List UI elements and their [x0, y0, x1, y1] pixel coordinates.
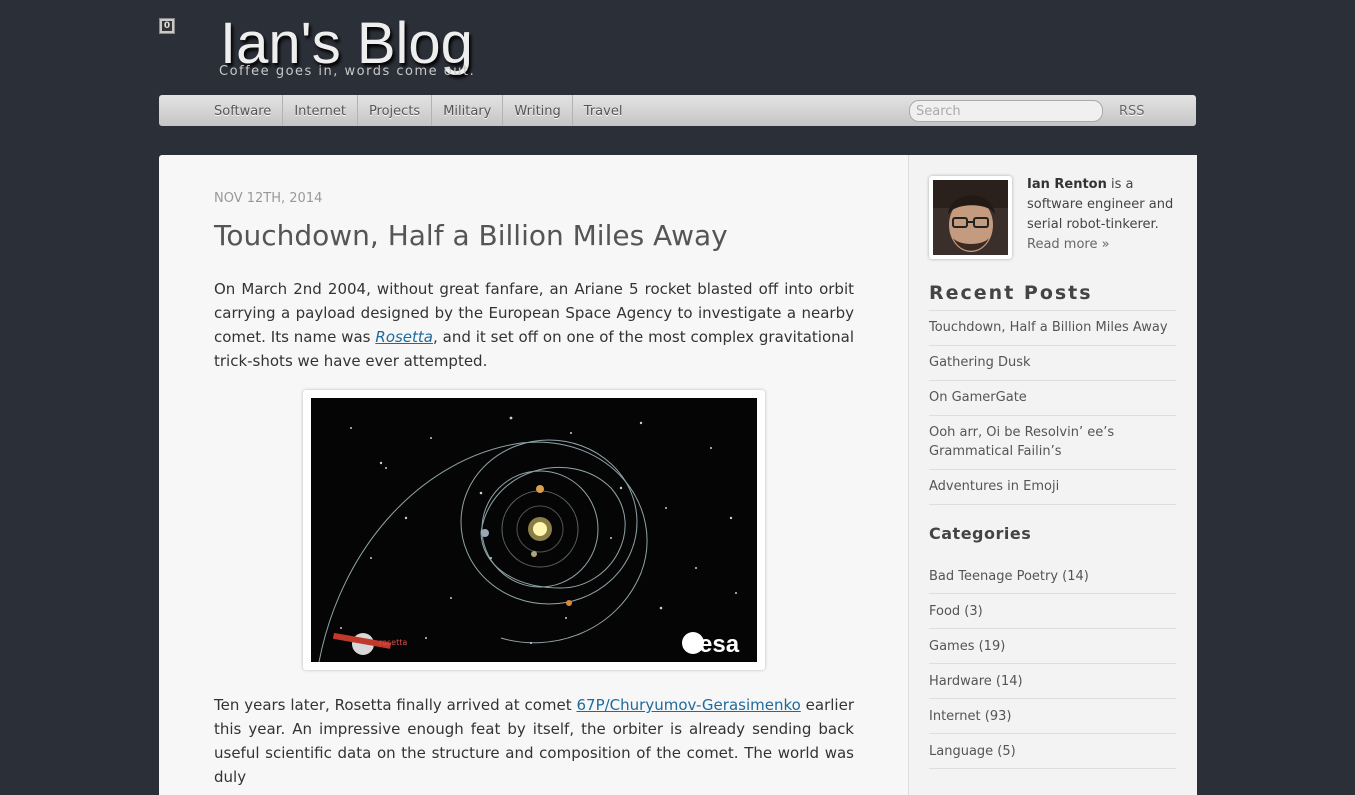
- post-date: Nov 12th, 2014: [214, 191, 323, 206]
- rosetta-trajectory-image: rosetta esa: [311, 398, 757, 662]
- spacecraft-label: rosetta: [379, 638, 407, 647]
- nav-item-projects[interactable]: Projects: [358, 95, 433, 126]
- rss-link[interactable]: RSS: [1119, 95, 1145, 126]
- post-paragraph-2: Ten years later, Rosetta finally arrived…: [214, 693, 854, 789]
- badge-count: 0: [162, 21, 172, 31]
- content-area: Nov 12th, 2014 Touchdown, Half a Billion…: [159, 155, 1197, 795]
- category-link[interactable]: Bad Teenage Poetry (14): [929, 559, 1176, 594]
- read-more-link[interactable]: Read more »: [1027, 235, 1177, 255]
- categories-list: Bad Teenage Poetry (14) Food (3) Games (…: [929, 559, 1176, 769]
- category-link[interactable]: Hardware (14): [929, 664, 1176, 699]
- recent-posts-list: Touchdown, Half a Billion Miles Away Gat…: [929, 310, 1176, 505]
- search-input[interactable]: [909, 100, 1103, 122]
- recent-post-link[interactable]: Touchdown, Half a Billion Miles Away: [929, 311, 1176, 346]
- recent-post-link[interactable]: Adventures in Emoji: [929, 470, 1176, 505]
- recent-post-link[interactable]: Ooh arr, Oi be Resolvin’ ee’s Grammatica…: [929, 416, 1176, 470]
- category-link[interactable]: Language (5): [929, 734, 1176, 769]
- comet-link[interactable]: 67P/Churyumov-Gerasimenko: [576, 696, 800, 714]
- recent-posts-heading: Recent Posts: [929, 282, 1093, 304]
- navbar: Software Internet Projects Military Writ…: [159, 95, 1196, 126]
- nav-items: Software Internet Projects Military Writ…: [203, 95, 633, 126]
- author-name: Ian Renton: [1027, 177, 1107, 192]
- nav-item-writing[interactable]: Writing: [503, 95, 573, 126]
- para2-text: Ten years later, Rosetta finally arrived…: [214, 696, 577, 714]
- recent-post-link[interactable]: Gathering Dusk: [929, 346, 1176, 381]
- category-link[interactable]: Games (19): [929, 629, 1176, 664]
- corner-badge[interactable]: 0: [159, 18, 175, 34]
- about-blurb: Ian Renton is a software engineer and se…: [1027, 175, 1177, 255]
- nav-item-internet[interactable]: Internet: [283, 95, 358, 126]
- avatar-frame[interactable]: [929, 176, 1012, 259]
- post-figure: rosetta esa: [303, 390, 765, 670]
- rosetta-link[interactable]: Rosetta: [375, 328, 433, 346]
- site-tagline: Coffee goes in, words come out.: [219, 64, 476, 79]
- categories-heading: Categories: [929, 524, 1032, 543]
- post-title[interactable]: Touchdown, Half a Billion Miles Away: [214, 219, 728, 252]
- nav-item-travel[interactable]: Travel: [573, 95, 634, 126]
- nav-item-military[interactable]: Military: [432, 95, 504, 126]
- avatar: [933, 180, 1008, 255]
- recent-post-link[interactable]: On GamerGate: [929, 381, 1176, 416]
- category-link[interactable]: Internet (93): [929, 699, 1176, 734]
- category-link[interactable]: Food (3): [929, 594, 1176, 629]
- post-paragraph: On March 2nd 2004, without great fanfare…: [214, 277, 854, 373]
- esa-logo-text: esa: [699, 631, 740, 658]
- sidebar: Ian Renton is a software engineer and se…: [908, 155, 1197, 795]
- nav-item-software[interactable]: Software: [203, 95, 284, 126]
- author-photo: [933, 180, 1008, 255]
